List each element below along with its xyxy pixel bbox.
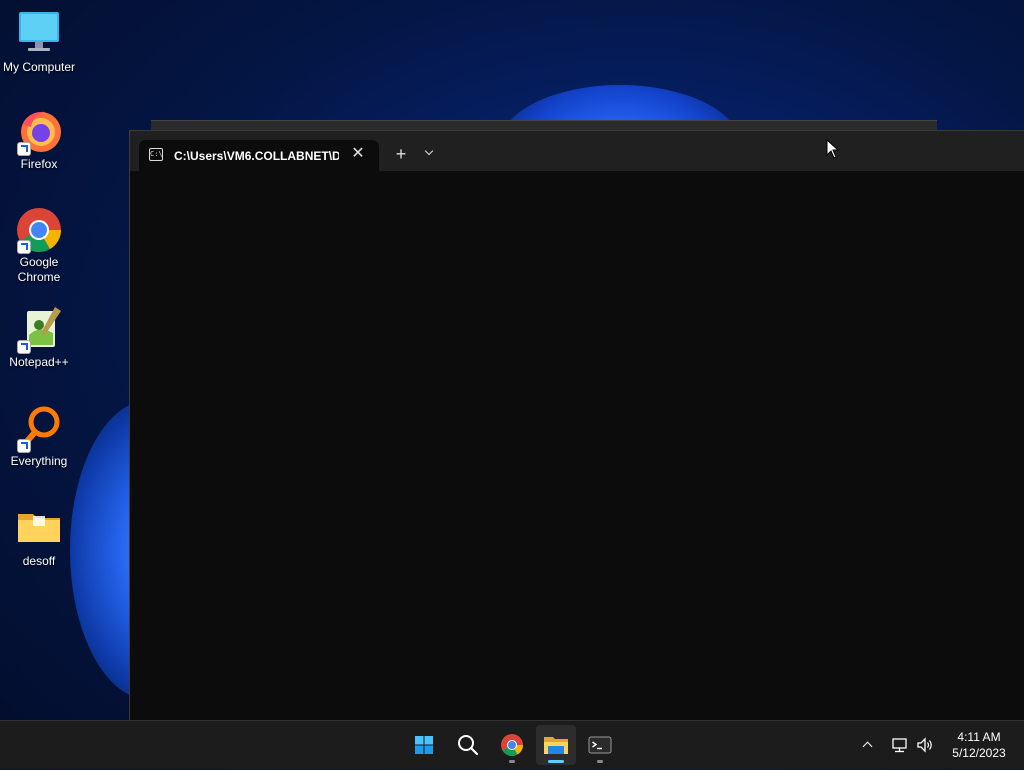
desktop-icon-google-chrome[interactable]: Google Chrome — [0, 205, 78, 285]
clock-date: 5/12/2023 — [952, 746, 1006, 760]
desktop-icon-everything[interactable]: Everything — [0, 404, 78, 469]
taskbar-chrome-button[interactable] — [492, 725, 532, 765]
chrome-icon — [15, 205, 63, 253]
taskbar-terminal-button[interactable] — [580, 725, 620, 765]
command-prompt-icon: C:\ — [149, 148, 163, 161]
firefox-icon — [15, 107, 63, 155]
terminal-window[interactable]: C:\ C:\Users\VM6.COLLABNET\De ✕ + — [129, 130, 1024, 721]
chrome-icon — [501, 734, 523, 756]
shortcut-arrow-icon — [18, 341, 30, 353]
running-indicator — [597, 760, 603, 763]
active-indicator — [548, 760, 564, 763]
taskbar-file-explorer-button[interactable] — [536, 725, 576, 765]
new-tab-button[interactable]: + — [392, 145, 410, 163]
volume-icon[interactable] — [915, 735, 935, 755]
shortcut-arrow-icon — [18, 440, 30, 452]
chevron-down-icon[interactable] — [422, 145, 438, 163]
monitor-icon — [15, 10, 63, 58]
desktop-icon-firefox[interactable]: Firefox — [0, 107, 78, 172]
desktop-icon-label: Firefox — [20, 157, 58, 171]
folder-icon — [15, 504, 63, 552]
desktop-icon-label: Notepad++ — [9, 355, 69, 369]
terminal-content[interactable] — [130, 171, 1024, 721]
desktop-icon-label: My Computer — [2, 60, 76, 74]
notepad-plus-plus-icon — [15, 305, 63, 353]
desktop-icon-label: Google Chrome — [17, 255, 61, 284]
desktop-icon-desoff[interactable]: desoff — [0, 504, 78, 569]
network-icon[interactable] — [890, 735, 910, 755]
magnifier-icon — [15, 404, 63, 452]
shortcut-arrow-icon — [18, 143, 30, 155]
terminal-tab-bar[interactable]: C:\ C:\Users\VM6.COLLABNET\De ✕ + — [130, 131, 1024, 171]
search-icon — [458, 735, 479, 756]
windows-logo-icon — [415, 736, 433, 754]
start-button[interactable] — [404, 725, 444, 765]
close-tab-icon[interactable]: ✕ — [349, 145, 367, 163]
terminal-tab[interactable]: C:\ C:\Users\VM6.COLLABNET\De ✕ — [139, 140, 379, 171]
clock-time: 4:11 AM — [957, 730, 1001, 744]
mouse-pointer-icon — [826, 139, 840, 159]
desktop-icon-label: Everything — [10, 454, 68, 468]
folder-icon — [544, 737, 568, 754]
search-button[interactable] — [448, 725, 488, 765]
running-indicator — [509, 760, 515, 763]
desktop-icon-notepad-plus-plus[interactable]: Notepad++ — [0, 305, 78, 370]
tab-title: C:\Users\VM6.COLLABNET\De — [174, 149, 339, 163]
chevron-up-icon[interactable] — [860, 737, 876, 753]
desktop-icon-label: desoff — [22, 554, 56, 568]
desktop-icon-my-computer[interactable]: My Computer — [0, 10, 78, 75]
shortcut-arrow-icon — [18, 241, 30, 253]
taskbar: 4:11 AM 5/12/2023 — [0, 720, 1024, 769]
terminal-icon — [588, 736, 612, 754]
system-clock[interactable]: 4:11 AM 5/12/2023 — [940, 729, 1018, 761]
